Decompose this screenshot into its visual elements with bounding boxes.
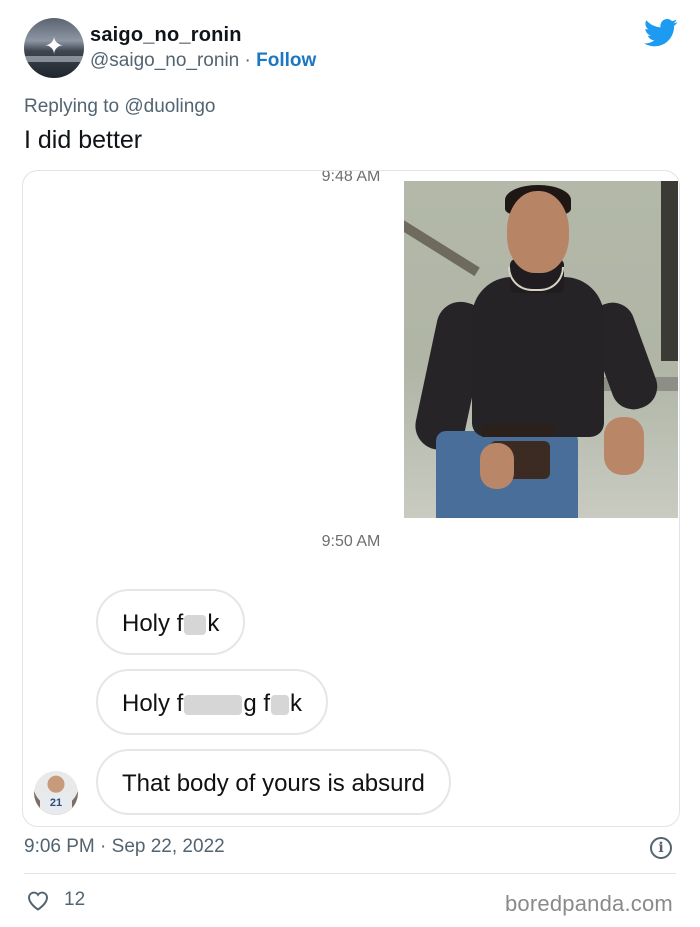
author-avatar[interactable]: ✦ xyxy=(24,18,84,78)
meta-separator: · xyxy=(94,836,112,857)
tweet-time: 9:06 PM xyxy=(24,836,95,857)
avatar-star-icon: ✦ xyxy=(43,32,65,60)
follow-button[interactable]: Follow xyxy=(256,50,316,71)
handle-separator: · xyxy=(239,50,257,71)
message-text: Holy f xyxy=(122,610,184,637)
tweet-media[interactable]: 9:48 AM 9:50 AM Holy fk Holy fg fk 21 Th… xyxy=(22,170,680,827)
sent-photo[interactable] xyxy=(404,181,678,518)
twitter-bird-icon[interactable] xyxy=(644,18,678,48)
boredpanda-watermark: boredpanda.com xyxy=(505,891,673,916)
like-count[interactable]: 12 xyxy=(64,889,85,911)
tweet-card: ✦ saigo_no_ronin @saigo_no_ronin · Follo… xyxy=(0,0,700,927)
message-text: Holy f xyxy=(122,690,184,717)
avatar-jersey: 21 xyxy=(40,793,72,815)
chat-timestamp: 9:50 AM xyxy=(321,533,381,550)
author-display-name[interactable]: saigo_no_ronin xyxy=(90,24,242,47)
replying-to: Replying to @duolingo xyxy=(24,96,215,118)
message-text: g f xyxy=(243,690,271,717)
message-text: That body of yours is absurd xyxy=(122,770,425,797)
tweet-text: I did better xyxy=(24,126,143,154)
chat-sender-avatar: 21 xyxy=(34,771,78,815)
photo-face xyxy=(507,191,569,273)
tweet-date: Sep 22, 2022 xyxy=(111,836,225,857)
chat-bubble: Holy f g f k xyxy=(96,669,329,735)
photo-left-hand xyxy=(480,443,514,489)
photo-belt xyxy=(482,425,554,437)
censor-blur xyxy=(184,694,243,715)
author-handle[interactable]: @saigo_no_ronin xyxy=(90,50,239,71)
message-text: k xyxy=(207,610,220,637)
censor-blur xyxy=(184,614,207,635)
author-handle-row: @saigo_no_ronin · Follow xyxy=(90,50,316,72)
replying-to-prefix: Replying to xyxy=(24,96,125,117)
chat-bubble: That body of yours is absurd xyxy=(96,749,451,815)
divider xyxy=(24,873,676,874)
heart-icon[interactable] xyxy=(26,889,50,911)
chat-bubble: Holy f k xyxy=(96,589,246,655)
photo-right-hand xyxy=(604,417,644,475)
message-text: k xyxy=(290,690,303,717)
photo-turtleneck xyxy=(472,277,604,437)
censor-blur xyxy=(271,694,290,715)
photo-doorframe xyxy=(661,181,678,361)
reply-mention-link[interactable]: @duolingo xyxy=(124,96,215,117)
tweet-timestamp[interactable]: 9:06 PM · Sep 22, 2022 xyxy=(24,836,225,858)
info-icon[interactable]: i xyxy=(650,837,672,859)
